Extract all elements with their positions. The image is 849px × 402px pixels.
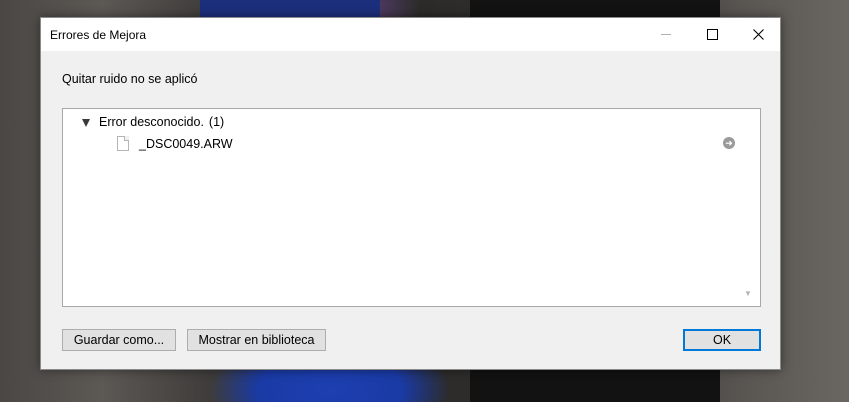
scroll-down-icon[interactable]: ▼ [744,289,752,298]
minimize-button[interactable] [643,18,689,51]
file-icon [117,136,129,151]
close-icon [752,29,764,40]
arrow-circle-icon[interactable]: ➜ [723,137,735,149]
file-row[interactable]: _DSC0049.ARW [117,136,233,151]
title-bar: Errores de Mejora [41,18,780,51]
save-as-button[interactable]: Guardar como... [62,329,176,351]
maximize-icon [706,29,718,40]
group-label: Error desconocido. [99,115,204,129]
error-tree[interactable]: Error desconocido. (1) _DSC0049.ARW ➜ ▼ [62,108,761,307]
errors-dialog: Errores de Mejora Quitar ruido no se apl… [40,17,781,370]
error-message: Quitar ruido no se aplicó [62,72,198,86]
triangle-down-icon[interactable] [82,118,90,127]
tree-group-unknown-error[interactable]: Error desconocido. (1) [82,115,224,129]
close-button[interactable] [735,18,781,51]
ok-button[interactable]: OK [683,329,761,351]
maximize-button[interactable] [689,18,735,51]
file-name: _DSC0049.ARW [139,136,233,151]
minimize-icon [661,34,671,35]
window-title: Errores de Mejora [50,28,147,42]
group-count: (1) [208,115,225,129]
show-in-library-button[interactable]: Mostrar en biblioteca [187,329,326,351]
